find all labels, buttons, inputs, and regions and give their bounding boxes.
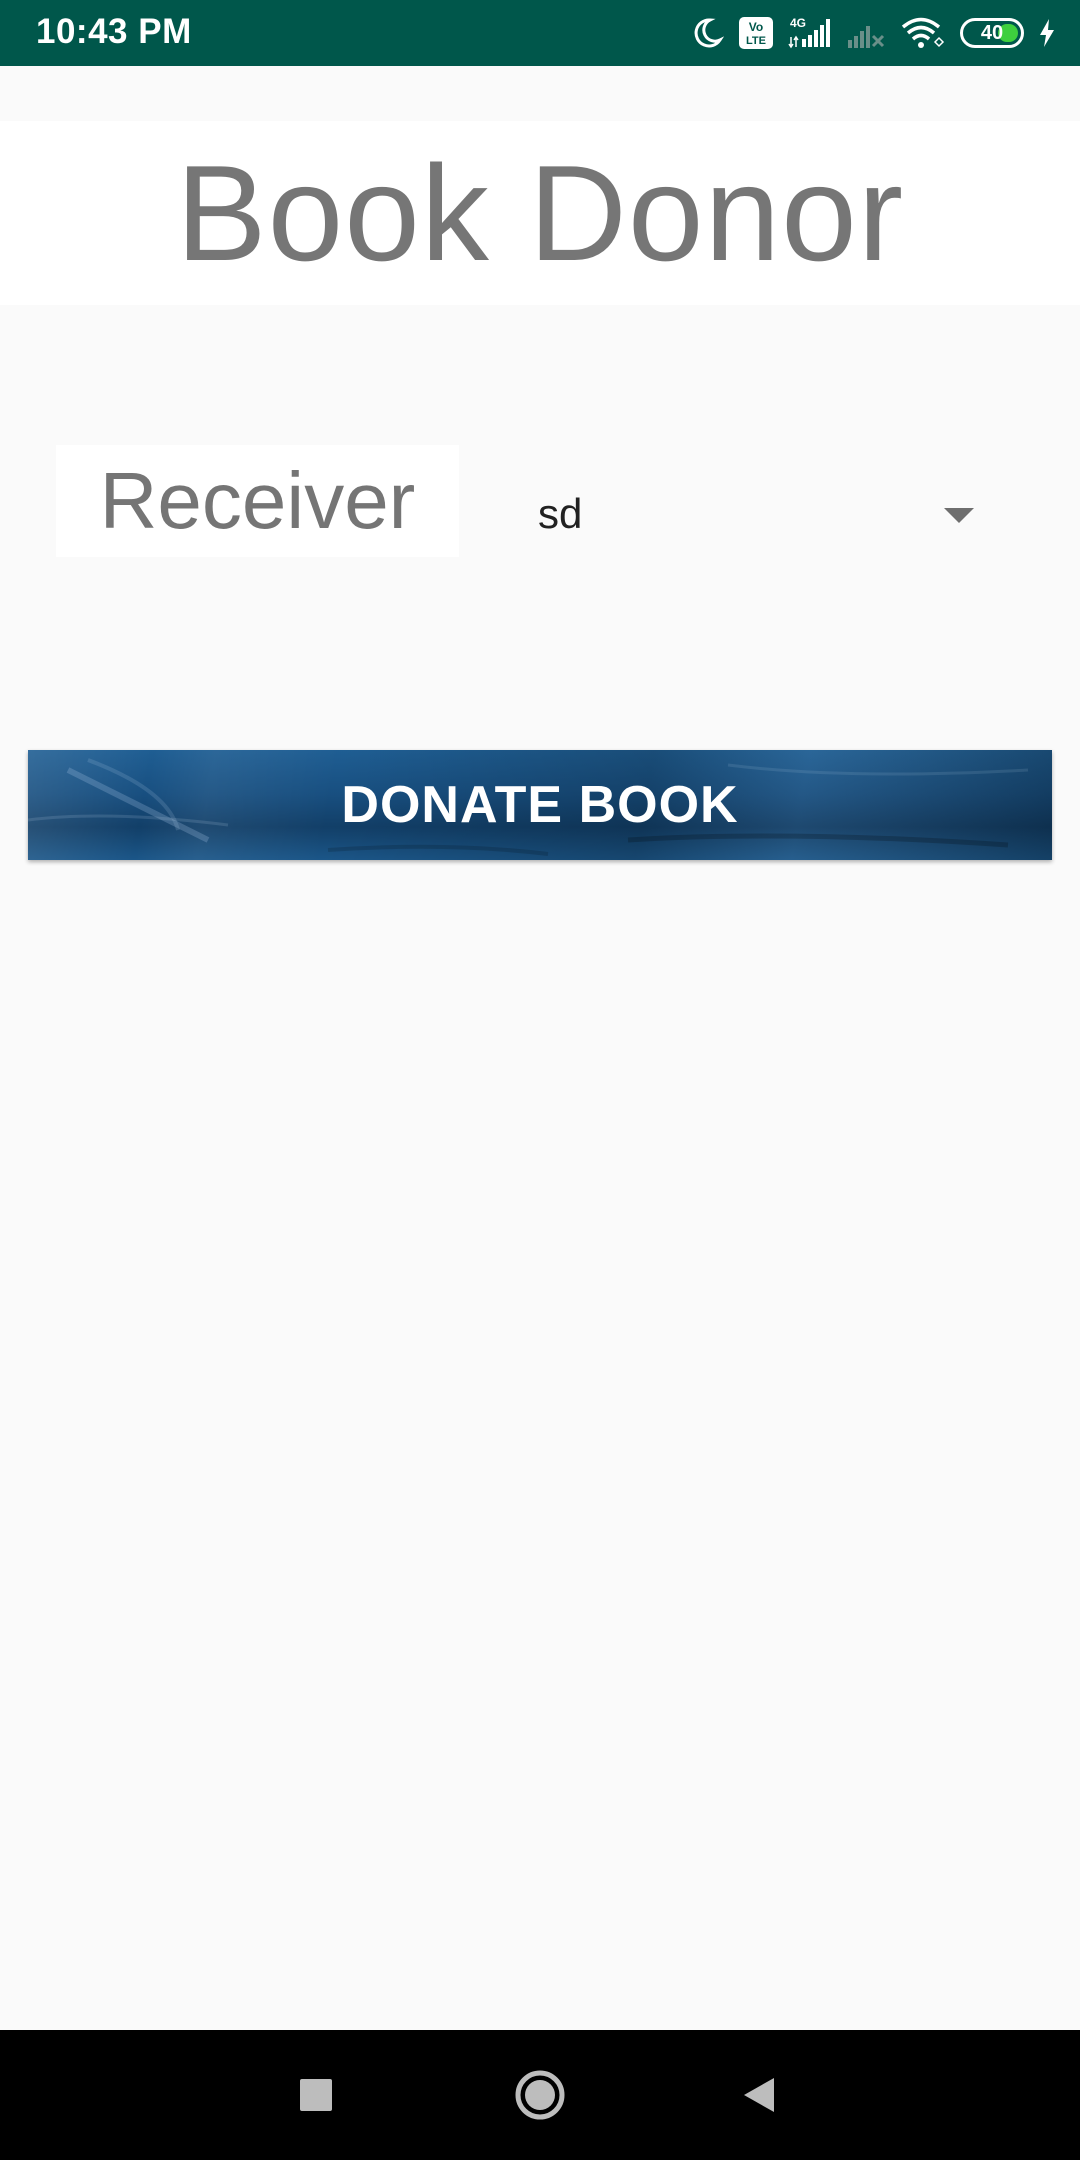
status-bar: 10:43 PM Vo LTE 4G 40	[0, 0, 1080, 66]
status-time: 10:43 PM	[36, 12, 192, 51]
screen: 10:43 PM Vo LTE 4G 40 Book Donor Receive…	[0, 0, 1080, 2160]
back-icon	[744, 2078, 774, 2112]
signal-no-service-icon	[846, 16, 886, 50]
status-icons: Vo LTE 4G 40	[690, 10, 1056, 56]
charging-icon	[1038, 18, 1056, 48]
title-bar: Book Donor	[0, 121, 1080, 305]
navigation-bar	[0, 2030, 1080, 2160]
svg-text:Vo: Vo	[749, 20, 763, 34]
home-icon	[515, 2070, 565, 2120]
donate-book-button[interactable]: DONATE BOOK	[28, 750, 1052, 860]
svg-text:LTE: LTE	[746, 35, 766, 47]
volte-icon: Vo LTE	[738, 16, 774, 50]
back-button[interactable]	[720, 2055, 800, 2135]
receiver-label-box: Receiver	[56, 445, 459, 557]
signal-4g-icon: 4G	[788, 15, 832, 51]
moon-icon	[690, 16, 724, 50]
page-title: Book Donor	[175, 137, 905, 289]
receiver-label: Receiver	[99, 456, 416, 545]
battery-level: 40	[980, 22, 1004, 44]
donate-book-label: DONATE BOOK	[341, 776, 739, 834]
svg-text:4G: 4G	[790, 16, 806, 30]
battery-icon: 40	[960, 18, 1024, 48]
dropdown-arrow-icon	[944, 508, 974, 523]
home-button[interactable]	[500, 2055, 580, 2135]
receiver-selected-value: sd	[538, 490, 583, 537]
recents-button[interactable]	[276, 2055, 356, 2135]
receiver-dropdown[interactable]: sd	[510, 460, 990, 572]
recents-icon	[300, 2079, 332, 2111]
wifi-icon	[900, 16, 946, 50]
